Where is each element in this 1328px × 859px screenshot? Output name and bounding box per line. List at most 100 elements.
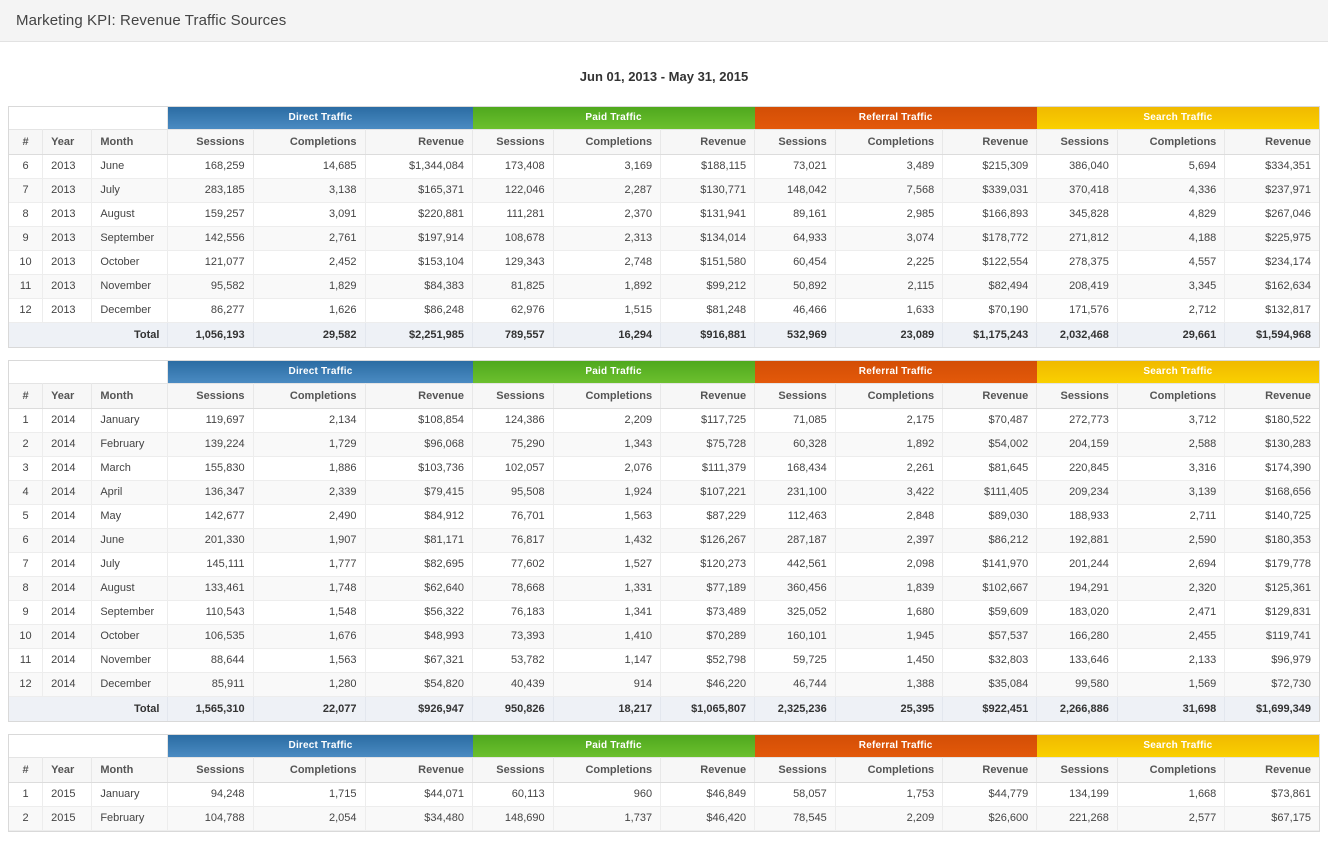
cell-search-completions: 2,711 — [1117, 504, 1224, 528]
column-header-search-completions[interactable]: Completions — [1117, 383, 1224, 408]
table-row[interactable]: 122014December85,9111,280$54,82040,43991… — [9, 672, 1319, 696]
cell-referral-completions: 1,388 — [835, 672, 942, 696]
cell-direct-sessions: 145,111 — [168, 552, 253, 576]
cell-referral-revenue: $57,537 — [943, 624, 1037, 648]
cell-referral-revenue: $81,645 — [943, 456, 1037, 480]
column-header-referral-sessions[interactable]: Sessions — [755, 757, 836, 782]
cell-direct-completions: 1,886 — [253, 456, 365, 480]
table-row[interactable]: 72013July283,1853,138$165,371122,0462,28… — [9, 178, 1319, 202]
column-header-year[interactable]: Year — [43, 757, 92, 782]
column-header-referral-completions[interactable]: Completions — [835, 757, 942, 782]
cell-paid-sessions: 81,825 — [473, 274, 554, 298]
table-row[interactable]: 92013September142,5562,761$197,914108,67… — [9, 226, 1319, 250]
table-row[interactable]: 52014May142,6772,490$84,91276,7011,563$8… — [9, 504, 1319, 528]
table-row[interactable]: 92014September110,5431,548$56,32276,1831… — [9, 600, 1319, 624]
cell-direct-completions: 1,715 — [253, 782, 365, 806]
cell-month: February — [92, 432, 168, 456]
table-row[interactable]: 82014August133,4611,748$62,64078,6681,33… — [9, 576, 1319, 600]
group-header-row: Direct TrafficPaid TrafficReferral Traff… — [9, 361, 1319, 383]
column-header-search-revenue[interactable]: Revenue — [1225, 129, 1319, 154]
cell-search-revenue: $96,979 — [1225, 648, 1319, 672]
table-row[interactable]: 102014October106,5351,676$48,99373,3931,… — [9, 624, 1319, 648]
cell-referral-completions: 2,985 — [835, 202, 942, 226]
column-header-direct-completions[interactable]: Completions — [253, 757, 365, 782]
cell-search-revenue: $180,522 — [1225, 408, 1319, 432]
cell-paid-revenue: $107,221 — [661, 480, 755, 504]
column-header-direct-revenue[interactable]: Revenue — [365, 383, 473, 408]
column-header-referral-revenue[interactable]: Revenue — [943, 383, 1037, 408]
column-header-search-completions[interactable]: Completions — [1117, 129, 1224, 154]
cell-referral-revenue: $59,609 — [943, 600, 1037, 624]
table-row[interactable]: 32014March155,8301,886$103,736102,0572,0… — [9, 456, 1319, 480]
column-header-referral-sessions[interactable]: Sessions — [755, 129, 836, 154]
table-row[interactable]: 82013August159,2573,091$220,881111,2812,… — [9, 202, 1319, 226]
table-row[interactable]: 122013December86,2771,626$86,24862,9761,… — [9, 298, 1319, 322]
column-header-month[interactable]: Month — [92, 129, 168, 154]
cell-search-revenue: $225,975 — [1225, 226, 1319, 250]
table-row[interactable]: 62014June201,3301,907$81,17176,8171,432$… — [9, 528, 1319, 552]
column-header-direct-sessions[interactable]: Sessions — [168, 129, 253, 154]
cell-year: 2015 — [43, 806, 92, 830]
table-row[interactable]: 12014January119,6972,134$108,854124,3862… — [9, 408, 1319, 432]
cell-row-number: 5 — [9, 504, 43, 528]
cell-direct-revenue: $220,881 — [365, 202, 473, 226]
table-row[interactable]: 62013June168,25914,685$1,344,084173,4083… — [9, 154, 1319, 178]
group-header-referral: Referral Traffic — [755, 735, 1037, 757]
table-row[interactable]: 72014July145,1111,777$82,69577,6021,527$… — [9, 552, 1319, 576]
cell-direct-revenue: $1,344,084 — [365, 154, 473, 178]
column-header-search-sessions[interactable]: Sessions — [1037, 383, 1118, 408]
cell-direct-completions: 1,729 — [253, 432, 365, 456]
cell-year: 2014 — [43, 552, 92, 576]
column-header-paid-completions[interactable]: Completions — [553, 129, 660, 154]
column-header-num[interactable]: # — [9, 129, 43, 154]
group-header-row: Direct TrafficPaid TrafficReferral Traff… — [9, 735, 1319, 757]
column-header-row: #YearMonthSessionsCompletionsRevenueSess… — [9, 757, 1319, 782]
cell-direct-revenue: $165,371 — [365, 178, 473, 202]
column-header-paid-revenue[interactable]: Revenue — [661, 383, 755, 408]
column-header-search-sessions[interactable]: Sessions — [1037, 129, 1118, 154]
column-header-search-sessions[interactable]: Sessions — [1037, 757, 1118, 782]
column-header-search-revenue[interactable]: Revenue — [1225, 383, 1319, 408]
column-header-num[interactable]: # — [9, 757, 43, 782]
table-row[interactable]: 42014April136,3472,339$79,41595,5081,924… — [9, 480, 1319, 504]
column-header-month[interactable]: Month — [92, 383, 168, 408]
table-row[interactable]: 12015January94,2481,715$44,07160,113960$… — [9, 782, 1319, 806]
cell-paid-completions: 960 — [553, 782, 660, 806]
column-header-search-completions[interactable]: Completions — [1117, 757, 1224, 782]
column-header-paid-completions[interactable]: Completions — [553, 757, 660, 782]
column-header-paid-sessions[interactable]: Sessions — [473, 383, 554, 408]
cell-referral-sessions: 60,454 — [755, 250, 836, 274]
column-header-direct-revenue[interactable]: Revenue — [365, 129, 473, 154]
column-header-direct-sessions[interactable]: Sessions — [168, 757, 253, 782]
column-header-paid-sessions[interactable]: Sessions — [473, 129, 554, 154]
column-header-paid-revenue[interactable]: Revenue — [661, 757, 755, 782]
column-header-referral-revenue[interactable]: Revenue — [943, 129, 1037, 154]
column-header-referral-completions[interactable]: Completions — [835, 129, 942, 154]
column-header-direct-completions[interactable]: Completions — [253, 129, 365, 154]
column-header-referral-revenue[interactable]: Revenue — [943, 757, 1037, 782]
cell-referral-revenue: $122,554 — [943, 250, 1037, 274]
column-header-referral-sessions[interactable]: Sessions — [755, 383, 836, 408]
cell-month: March — [92, 456, 168, 480]
column-header-paid-completions[interactable]: Completions — [553, 383, 660, 408]
cell-paid-revenue: $130,771 — [661, 178, 755, 202]
cell-search-completions: 3,139 — [1117, 480, 1224, 504]
column-header-referral-completions[interactable]: Completions — [835, 383, 942, 408]
column-header-year[interactable]: Year — [43, 383, 92, 408]
column-header-month[interactable]: Month — [92, 757, 168, 782]
cell-direct-sessions: 159,257 — [168, 202, 253, 226]
column-header-search-revenue[interactable]: Revenue — [1225, 757, 1319, 782]
column-header-paid-revenue[interactable]: Revenue — [661, 129, 755, 154]
column-header-paid-sessions[interactable]: Sessions — [473, 757, 554, 782]
table-row[interactable]: 22015February104,7882,054$34,480148,6901… — [9, 806, 1319, 830]
column-header-direct-revenue[interactable]: Revenue — [365, 757, 473, 782]
table-row[interactable]: 112014November88,6441,563$67,32153,7821,… — [9, 648, 1319, 672]
column-header-direct-completions[interactable]: Completions — [253, 383, 365, 408]
total-direct-revenue: $926,947 — [365, 696, 473, 721]
column-header-direct-sessions[interactable]: Sessions — [168, 383, 253, 408]
column-header-year[interactable]: Year — [43, 129, 92, 154]
table-row[interactable]: 112013November95,5821,829$84,38381,8251,… — [9, 274, 1319, 298]
table-row[interactable]: 102013October121,0772,452$153,104129,343… — [9, 250, 1319, 274]
column-header-num[interactable]: # — [9, 383, 43, 408]
table-row[interactable]: 22014February139,2241,729$96,06875,2901,… — [9, 432, 1319, 456]
